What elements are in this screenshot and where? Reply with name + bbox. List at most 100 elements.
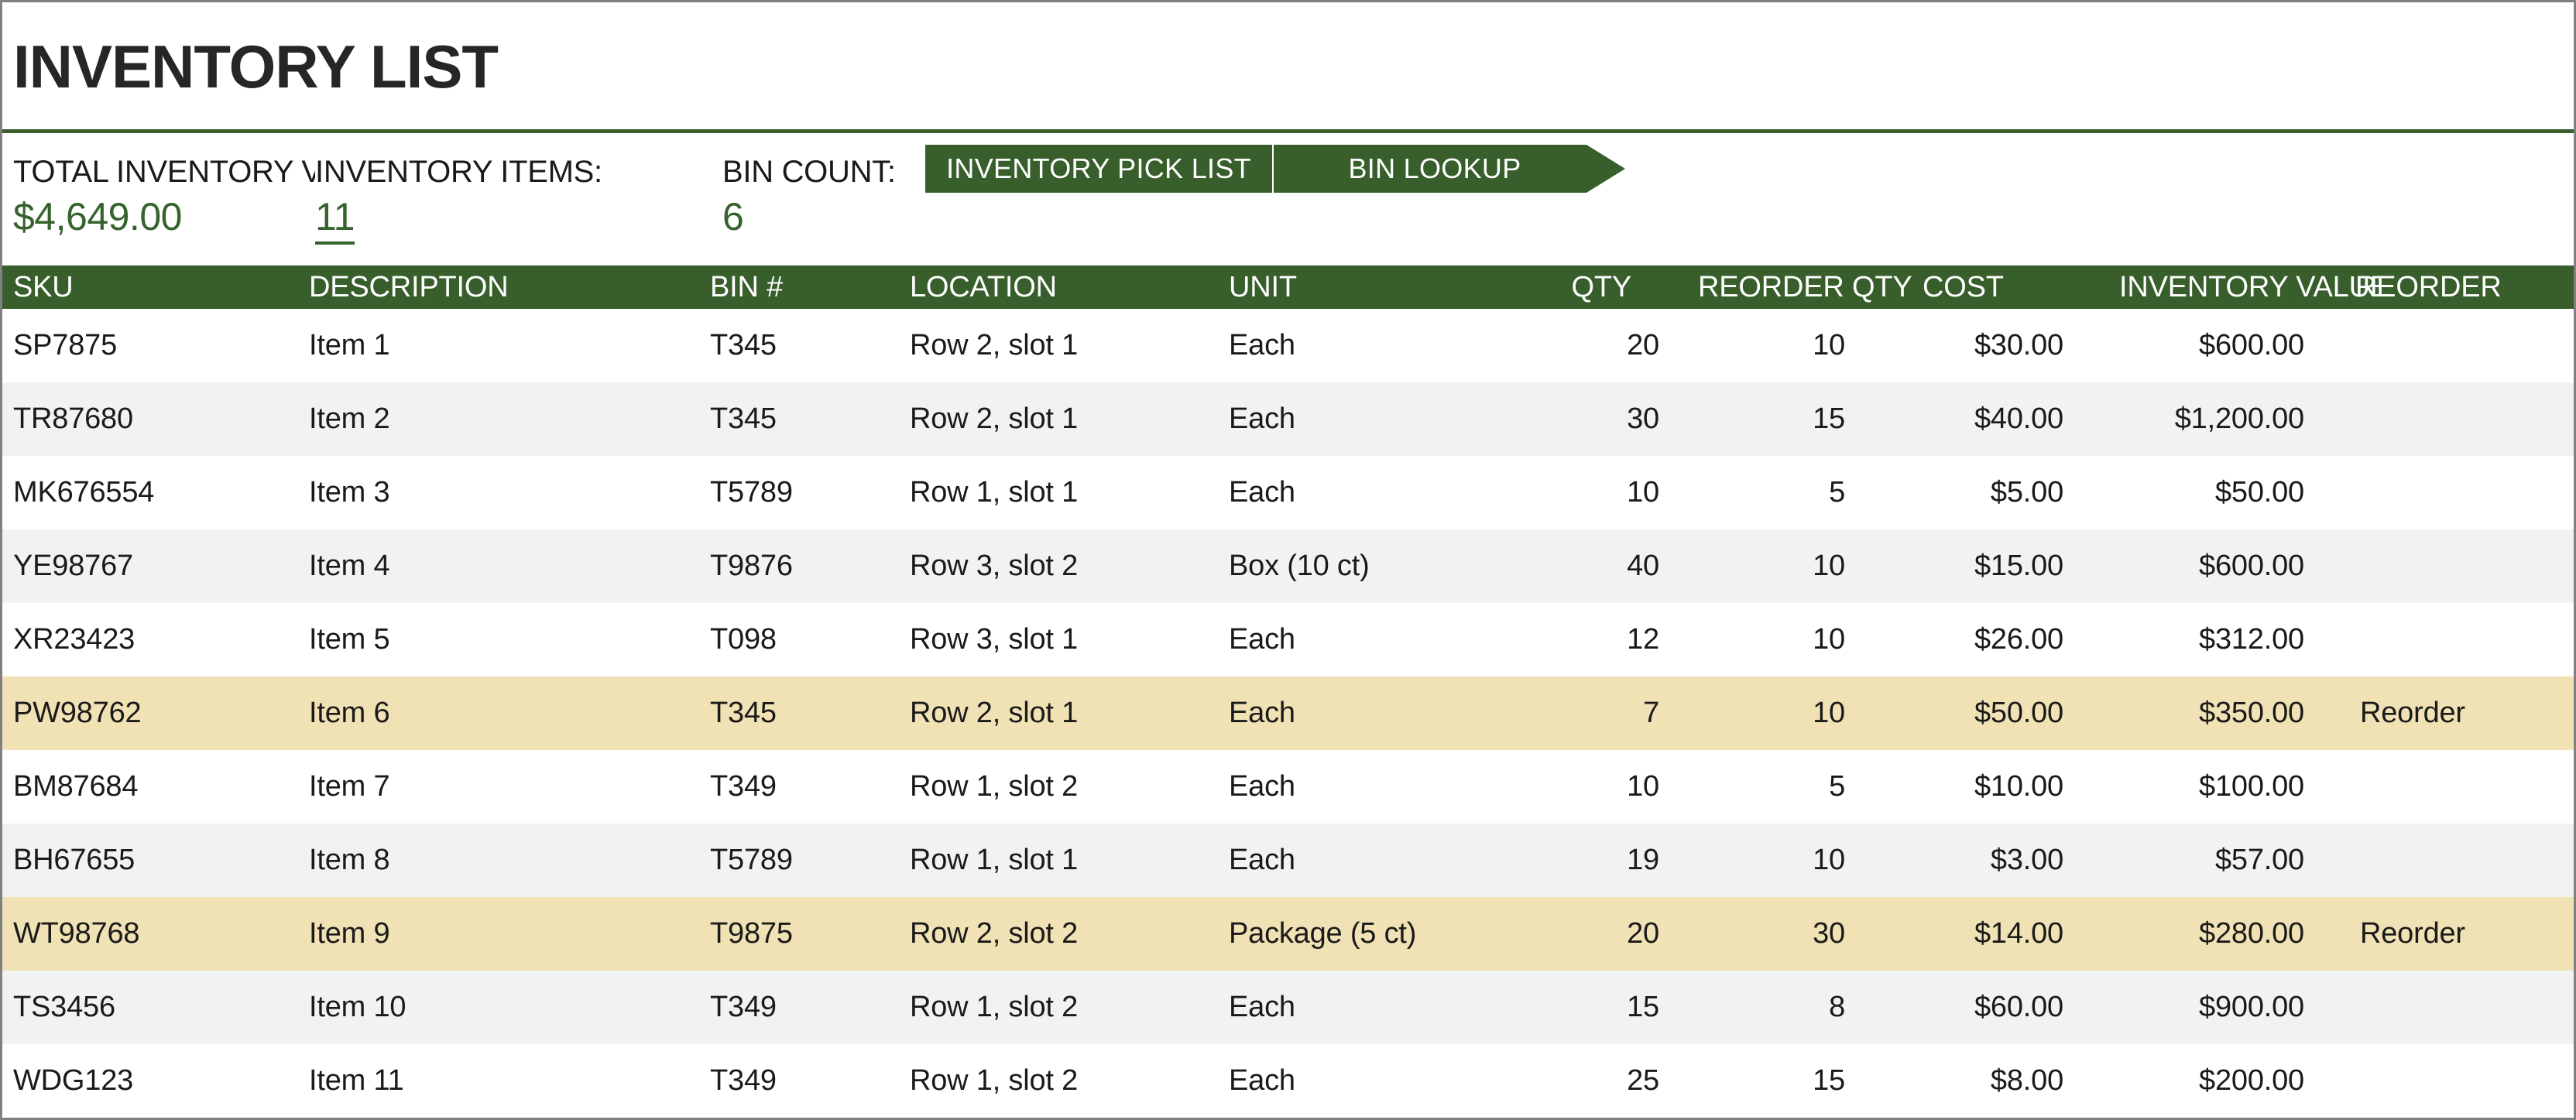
column-header-cost[interactable]: COST — [1915, 265, 2101, 309]
cell-reorder-flag[interactable] — [2344, 1044, 2574, 1118]
cell-cost[interactable]: $40.00 — [1915, 382, 2101, 456]
cell-qty[interactable]: 19 — [1528, 824, 1698, 897]
cell-description[interactable]: Item 10 — [298, 971, 699, 1044]
table-row[interactable]: WT98768 Item 9 T9875 Row 2, slot 2 Package (… — [2, 897, 2574, 971]
column-header-description[interactable]: DESCRIPTION — [298, 265, 699, 309]
cell-unit[interactable]: Box (10 ct) — [1218, 529, 1528, 603]
cell-qty[interactable]: 30 — [1528, 382, 1698, 456]
cell-unit[interactable]: Each — [1218, 603, 1528, 676]
cell-cost[interactable]: $15.00 — [1915, 529, 2101, 603]
cell-inventory-value[interactable]: $900.00 — [2101, 971, 2344, 1044]
column-header-inventory-value[interactable]: INVENTORY VALUE — [2101, 265, 2389, 309]
cell-unit[interactable]: Each — [1218, 1044, 1528, 1118]
cell-inventory-value[interactable]: $57.00 — [2101, 824, 2344, 897]
nav-bin-lookup-button[interactable]: BIN LOOKUP — [1272, 145, 1586, 193]
cell-sku[interactable]: XR23423 — [2, 603, 298, 676]
cell-location[interactable]: Row 1, slot 1 — [899, 456, 1218, 529]
cell-qty[interactable]: 40 — [1528, 529, 1698, 603]
cell-inventory-value[interactable]: $100.00 — [2101, 750, 2344, 824]
cell-description[interactable]: Item 9 — [298, 897, 699, 971]
column-header-reorder[interactable]: REORDER — [2344, 265, 2574, 309]
cell-sku[interactable]: SP7875 — [2, 309, 298, 382]
cell-location[interactable]: Row 1, slot 2 — [899, 750, 1218, 824]
cell-qty[interactable]: 15 — [1528, 971, 1698, 1044]
cell-description[interactable]: Item 3 — [298, 456, 699, 529]
nav-inventory-pick-list-button[interactable]: INVENTORY PICK LIST — [925, 145, 1272, 193]
cell-reorder-qty[interactable]: 10 — [1698, 309, 1915, 382]
cell-inventory-value[interactable]: $1,200.00 — [2101, 382, 2344, 456]
cell-unit[interactable]: Each — [1218, 676, 1528, 750]
cell-cost[interactable]: $3.00 — [1915, 824, 2101, 897]
cell-location[interactable]: Row 3, slot 2 — [899, 529, 1218, 603]
cell-reorder-flag[interactable] — [2344, 456, 2574, 529]
cell-description[interactable]: Item 4 — [298, 529, 699, 603]
cell-bin[interactable]: T5789 — [699, 456, 899, 529]
cell-bin[interactable]: T349 — [699, 1044, 899, 1118]
cell-sku[interactable]: MK676554 — [2, 456, 298, 529]
column-header-sku[interactable]: SKU — [2, 265, 298, 309]
cell-location[interactable]: Row 2, slot 2 — [899, 897, 1218, 971]
cell-inventory-value[interactable]: $600.00 — [2101, 309, 2344, 382]
cell-description[interactable]: Item 8 — [298, 824, 699, 897]
cell-location[interactable]: Row 3, slot 1 — [899, 603, 1218, 676]
cell-location[interactable]: Row 2, slot 1 — [899, 309, 1218, 382]
cell-cost[interactable]: $5.00 — [1915, 456, 2101, 529]
table-row[interactable]: PW98762 Item 6 T345 Row 2, slot 1 Each 7 10 $50… — [2, 676, 2574, 750]
cell-bin[interactable]: T345 — [699, 382, 899, 456]
cell-sku[interactable]: BH67655 — [2, 824, 298, 897]
table-row[interactable]: TS3456 Item 10 T349 Row 1, slot 2 Each 15 8 $60… — [2, 971, 2574, 1044]
cell-cost[interactable]: $30.00 — [1915, 309, 2101, 382]
cell-sku[interactable]: TR87680 — [2, 382, 298, 456]
cell-inventory-value[interactable]: $312.00 — [2101, 603, 2344, 676]
cell-unit[interactable]: Each — [1218, 382, 1528, 456]
cell-inventory-value[interactable]: $200.00 — [2101, 1044, 2344, 1118]
cell-sku[interactable]: TS3456 — [2, 971, 298, 1044]
cell-reorder-qty[interactable]: 10 — [1698, 529, 1915, 603]
cell-bin[interactable]: T345 — [699, 676, 899, 750]
cell-qty[interactable]: 20 — [1528, 897, 1698, 971]
table-row[interactable]: WDG123 Item 11 T349 Row 1, slot 2 Each 25 15 $8… — [2, 1044, 2574, 1118]
table-row[interactable]: SP7875 Item 1 T345 Row 2, slot 1 Each 20 10 $30… — [2, 309, 2574, 382]
cell-unit[interactable]: Each — [1218, 971, 1528, 1044]
cell-unit[interactable]: Each — [1218, 309, 1528, 382]
column-header-qty[interactable]: QTY — [1528, 265, 1698, 309]
cell-inventory-value[interactable]: $600.00 — [2101, 529, 2344, 603]
cell-reorder-flag[interactable] — [2344, 382, 2574, 456]
cell-cost[interactable]: $50.00 — [1915, 676, 2101, 750]
cell-reorder-flag[interactable] — [2344, 529, 2574, 603]
cell-location[interactable]: Row 1, slot 1 — [899, 824, 1218, 897]
cell-unit[interactable]: Each — [1218, 456, 1528, 529]
cell-reorder-qty[interactable]: 15 — [1698, 382, 1915, 456]
cell-description[interactable]: Item 5 — [298, 603, 699, 676]
cell-cost[interactable]: $10.00 — [1915, 750, 2101, 824]
cell-location[interactable]: Row 2, slot 1 — [899, 676, 1218, 750]
table-row[interactable]: XR23423 Item 5 T098 Row 3, slot 1 Each 12 10 $2… — [2, 603, 2574, 676]
cell-reorder-flag[interactable] — [2344, 824, 2574, 897]
cell-reorder-qty[interactable]: 30 — [1698, 897, 1915, 971]
cell-reorder-qty[interactable]: 10 — [1698, 603, 1915, 676]
cell-qty[interactable]: 10 — [1528, 456, 1698, 529]
table-row[interactable]: TR87680 Item 2 T345 Row 2, slot 1 Each 30 15 $4… — [2, 382, 2574, 456]
cell-qty[interactable]: 20 — [1528, 309, 1698, 382]
cell-reorder-qty[interactable]: 15 — [1698, 1044, 1915, 1118]
cell-reorder-flag[interactable] — [2344, 603, 2574, 676]
cell-description[interactable]: Item 11 — [298, 1044, 699, 1118]
cell-sku[interactable]: WDG123 — [2, 1044, 298, 1118]
cell-qty[interactable]: 12 — [1528, 603, 1698, 676]
column-header-unit[interactable]: UNIT — [1218, 265, 1528, 309]
cell-reorder-flag[interactable] — [2344, 750, 2574, 824]
table-row[interactable]: BH67655 Item 8 T5789 Row 1, slot 1 Each 19 10 $… — [2, 824, 2574, 897]
cell-cost[interactable]: $14.00 — [1915, 897, 2101, 971]
cell-qty[interactable]: 7 — [1528, 676, 1698, 750]
cell-description[interactable]: Item 2 — [298, 382, 699, 456]
cell-bin[interactable]: T349 — [699, 750, 899, 824]
column-header-reorder-qty[interactable]: REORDER QTY — [1698, 265, 1915, 309]
cell-reorder-flag[interactable] — [2344, 971, 2574, 1044]
cell-unit[interactable]: Each — [1218, 750, 1528, 824]
cell-bin[interactable]: T9875 — [699, 897, 899, 971]
cell-sku[interactable]: PW98762 — [2, 676, 298, 750]
cell-cost[interactable]: $60.00 — [1915, 971, 2101, 1044]
cell-qty[interactable]: 10 — [1528, 750, 1698, 824]
cell-unit[interactable]: Each — [1218, 824, 1528, 897]
cell-description[interactable]: Item 1 — [298, 309, 699, 382]
